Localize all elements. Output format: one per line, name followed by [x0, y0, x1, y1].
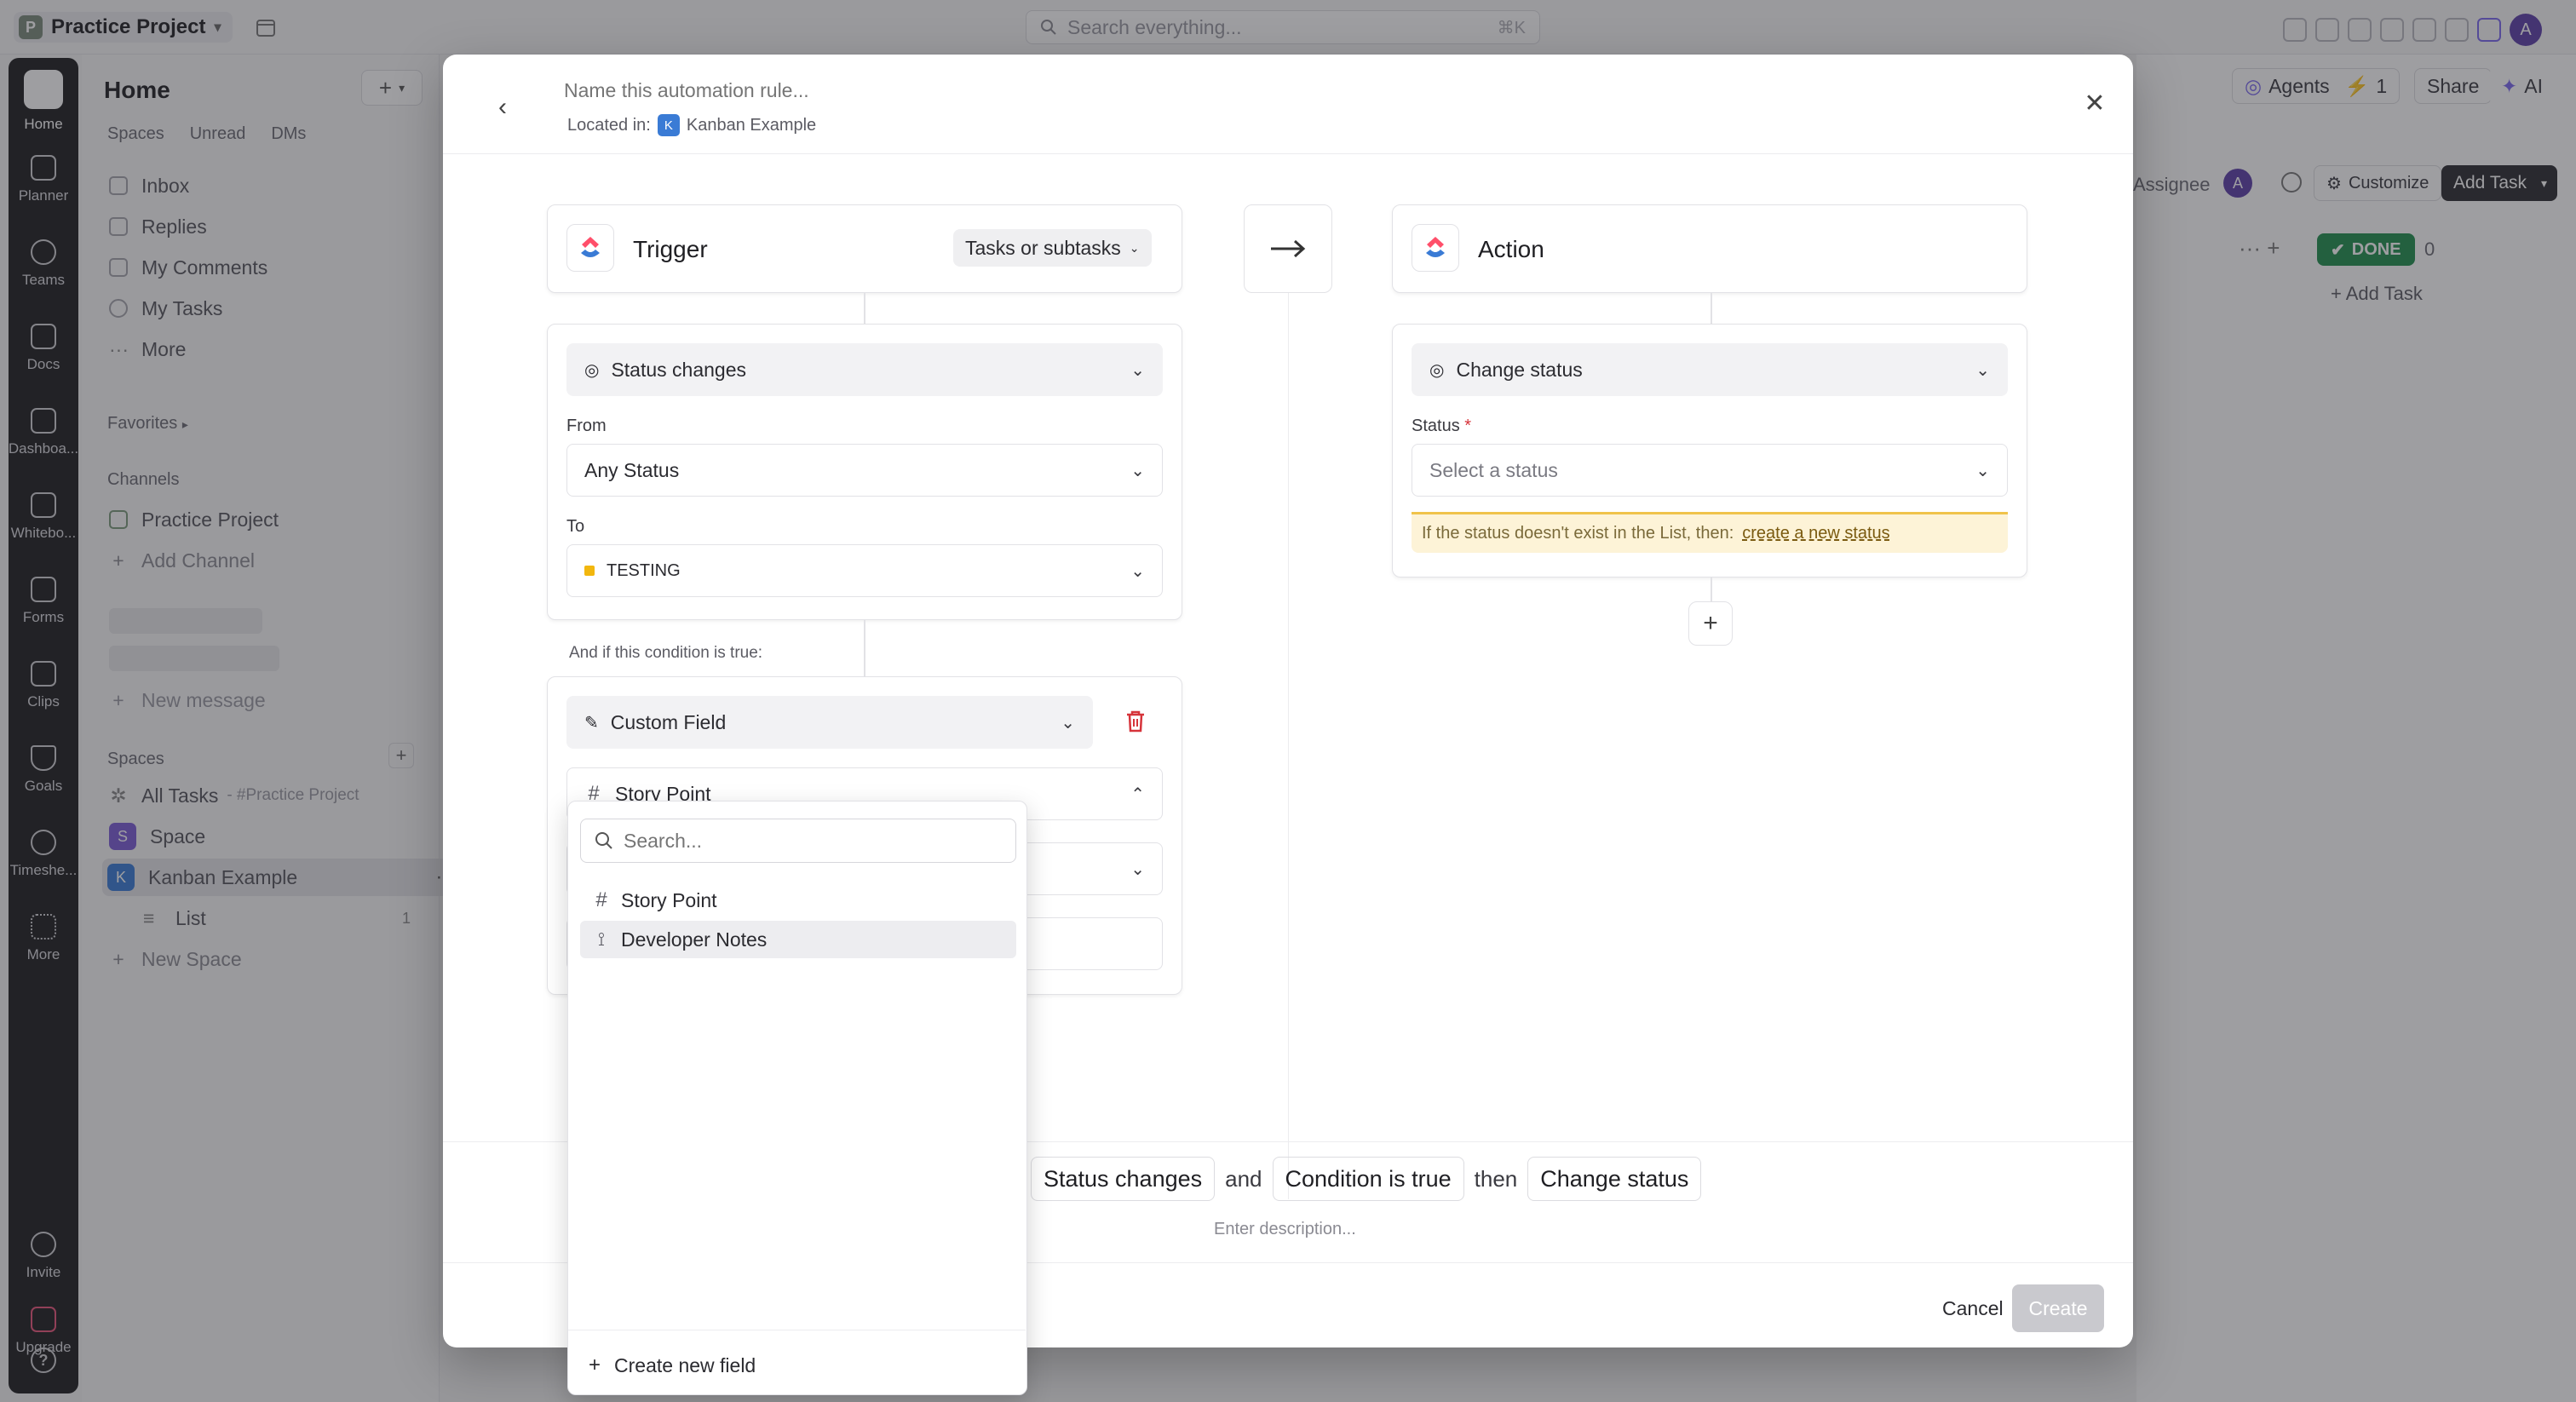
trigger-detail-card: ◎ Status changes ⌄ From Any Status ⌄ To …	[547, 324, 1182, 620]
chevron-down-icon: ⌄	[1975, 461, 1990, 480]
header-divider	[443, 153, 2133, 154]
status-label-text: Status	[1412, 417, 1460, 435]
action-status-select[interactable]: Select a status ⌄	[1412, 444, 2008, 497]
trigger-event-label: Status changes	[611, 358, 747, 381]
add-action-button[interactable]: +	[1688, 601, 1733, 646]
status-label: Status *	[1412, 417, 1471, 436]
chevron-down-icon: ⌄	[1130, 859, 1145, 879]
summary-then: then	[1474, 1165, 1518, 1192]
condition-type-select[interactable]: ✎ Custom Field ⌄	[566, 696, 1093, 749]
option-label: Story Point	[621, 888, 717, 911]
to-status-select[interactable]: TESTING ⌄	[566, 544, 1163, 597]
hash-icon: #	[595, 888, 607, 911]
search-icon	[595, 832, 612, 849]
dropdown-option-story-point[interactable]: # Story Point	[580, 882, 1016, 919]
warning-text: If the status doesn't exist in the List,…	[1422, 524, 1734, 543]
located-in-label: Located in:	[567, 115, 651, 135]
create-new-field-button[interactable]: + Create new field	[589, 1347, 756, 1384]
chevron-down-icon: ⌄	[1975, 360, 1990, 380]
status-color-swatch	[584, 566, 595, 576]
location-name[interactable]: Kanban Example	[687, 116, 816, 135]
cancel-button[interactable]: Cancel	[1925, 1284, 2021, 1332]
location-info: Located in: K Kanban Example	[567, 114, 816, 136]
action-status-placeholder: Select a status	[1429, 458, 1558, 481]
action-card: Action	[1392, 204, 2027, 293]
create-new-status-link[interactable]: create a new status	[1742, 524, 1889, 543]
action-title: Action	[1478, 236, 1544, 262]
description-input[interactable]: Enter description...	[1214, 1220, 1356, 1239]
status-target-icon: ◎	[1429, 360, 1445, 380]
condition-type-label: Custom Field	[610, 710, 727, 733]
from-status-select[interactable]: Any Status ⌄	[566, 444, 1163, 497]
chevron-down-icon: ⌄	[1130, 360, 1145, 380]
status-warning: If the status doesn't exist in the List,…	[1412, 512, 2008, 553]
text-field-icon: ⟟	[597, 928, 606, 950]
summary-and: and	[1225, 1165, 1262, 1192]
to-status-value: TESTING	[607, 560, 681, 580]
action-event-select[interactable]: ◎ Change status ⌄	[1412, 343, 2008, 396]
chevron-down-icon: ⌄	[1061, 713, 1075, 733]
trigger-title: Trigger	[633, 236, 708, 262]
chevron-down-icon: ⌄	[1130, 461, 1145, 480]
close-icon[interactable]: ✕	[2077, 85, 2113, 121]
trigger-event-select[interactable]: ◎ Status changes ⌄	[566, 343, 1163, 396]
arrow-right-icon	[1244, 204, 1332, 293]
connector-line	[864, 293, 865, 324]
summary-action-chip[interactable]: Change status	[1527, 1157, 1702, 1201]
rule-summary: Status changes and Condition is true the…	[1031, 1157, 1702, 1201]
location-badge: K	[657, 114, 680, 136]
required-mark: *	[1464, 417, 1472, 435]
summary-condition-chip[interactable]: Condition is true	[1272, 1157, 1464, 1201]
create-button[interactable]: Create	[2012, 1284, 2104, 1332]
clickup-logo-icon	[566, 224, 614, 272]
custom-field-dropdown: # Story Point ⟟ Developer Notes + Create…	[567, 801, 1027, 1395]
trigger-card: Trigger Tasks or subtasks ⌄	[547, 204, 1182, 293]
option-label: Developer Notes	[621, 928, 768, 951]
action-detail-card: ◎ Change status ⌄ Status * Select a stat…	[1392, 324, 2027, 577]
dropdown-search[interactable]	[580, 819, 1016, 863]
trash-icon[interactable]	[1118, 704, 1153, 738]
back-arrow-icon[interactable]: ‹	[484, 89, 521, 126]
trigger-scope-dropdown[interactable]: Tasks or subtasks ⌄	[953, 229, 1152, 267]
from-label: From	[566, 417, 607, 435]
chevron-up-icon: ⌃	[1130, 784, 1145, 804]
connector-line	[1711, 293, 1712, 324]
chevron-down-icon: ⌄	[1129, 240, 1140, 255]
dropdown-search-input[interactable]	[624, 829, 998, 853]
rule-name-input[interactable]	[564, 72, 1331, 109]
summary-trigger-chip[interactable]: Status changes	[1031, 1157, 1216, 1201]
trigger-scope-label: Tasks or subtasks	[965, 236, 1121, 259]
action-event-label: Change status	[1456, 358, 1583, 381]
clickup-logo-icon	[1412, 224, 1459, 272]
create-new-field-label: Create new field	[614, 1353, 756, 1376]
edit-field-icon: ✎	[584, 713, 599, 733]
dropdown-option-developer-notes[interactable]: ⟟ Developer Notes	[580, 921, 1016, 958]
column-divider	[1288, 242, 1289, 1199]
status-target-icon: ◎	[584, 360, 600, 380]
from-status-value: Any Status	[584, 458, 680, 481]
condition-label: And if this condition is true:	[569, 644, 763, 662]
plus-icon: +	[589, 1353, 601, 1376]
chevron-down-icon: ⌄	[1130, 561, 1145, 581]
to-label: To	[566, 517, 585, 536]
